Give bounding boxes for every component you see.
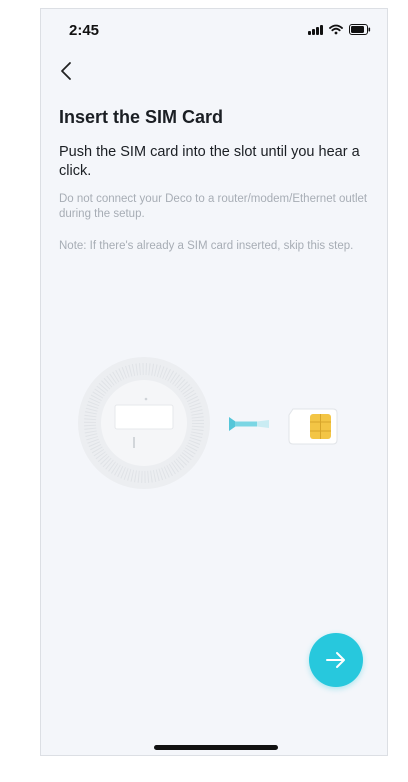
arrow-right-icon (326, 652, 345, 668)
back-button[interactable] (51, 56, 81, 86)
chevron-left-icon (61, 62, 71, 80)
setup-warning-note: Do not connect your Deco to a router/mod… (59, 193, 368, 220)
arrow-left-icon (229, 417, 269, 431)
battery-icon (349, 24, 371, 35)
wifi-icon (329, 24, 343, 35)
status-time: 2:45 (69, 22, 100, 39)
deco-device-icon (78, 357, 210, 489)
signal-icon (308, 24, 323, 35)
sim-card-icon (288, 408, 338, 445)
status-icons (308, 24, 371, 35)
sim-insert-illustration (78, 357, 338, 489)
phone-screen: 2:45 Insert the SIM Card Push the SIM ca… (40, 8, 388, 756)
instruction-text: Push the SIM card into the slot until yo… (59, 144, 360, 179)
page-title: Insert the SIM Card (59, 107, 224, 127)
home-indicator[interactable] (154, 745, 278, 750)
skip-step-note: Note: If there's already a SIM card inse… (59, 240, 354, 252)
next-button[interactable] (309, 633, 363, 687)
status-bar: 2:45 (41, 9, 387, 51)
